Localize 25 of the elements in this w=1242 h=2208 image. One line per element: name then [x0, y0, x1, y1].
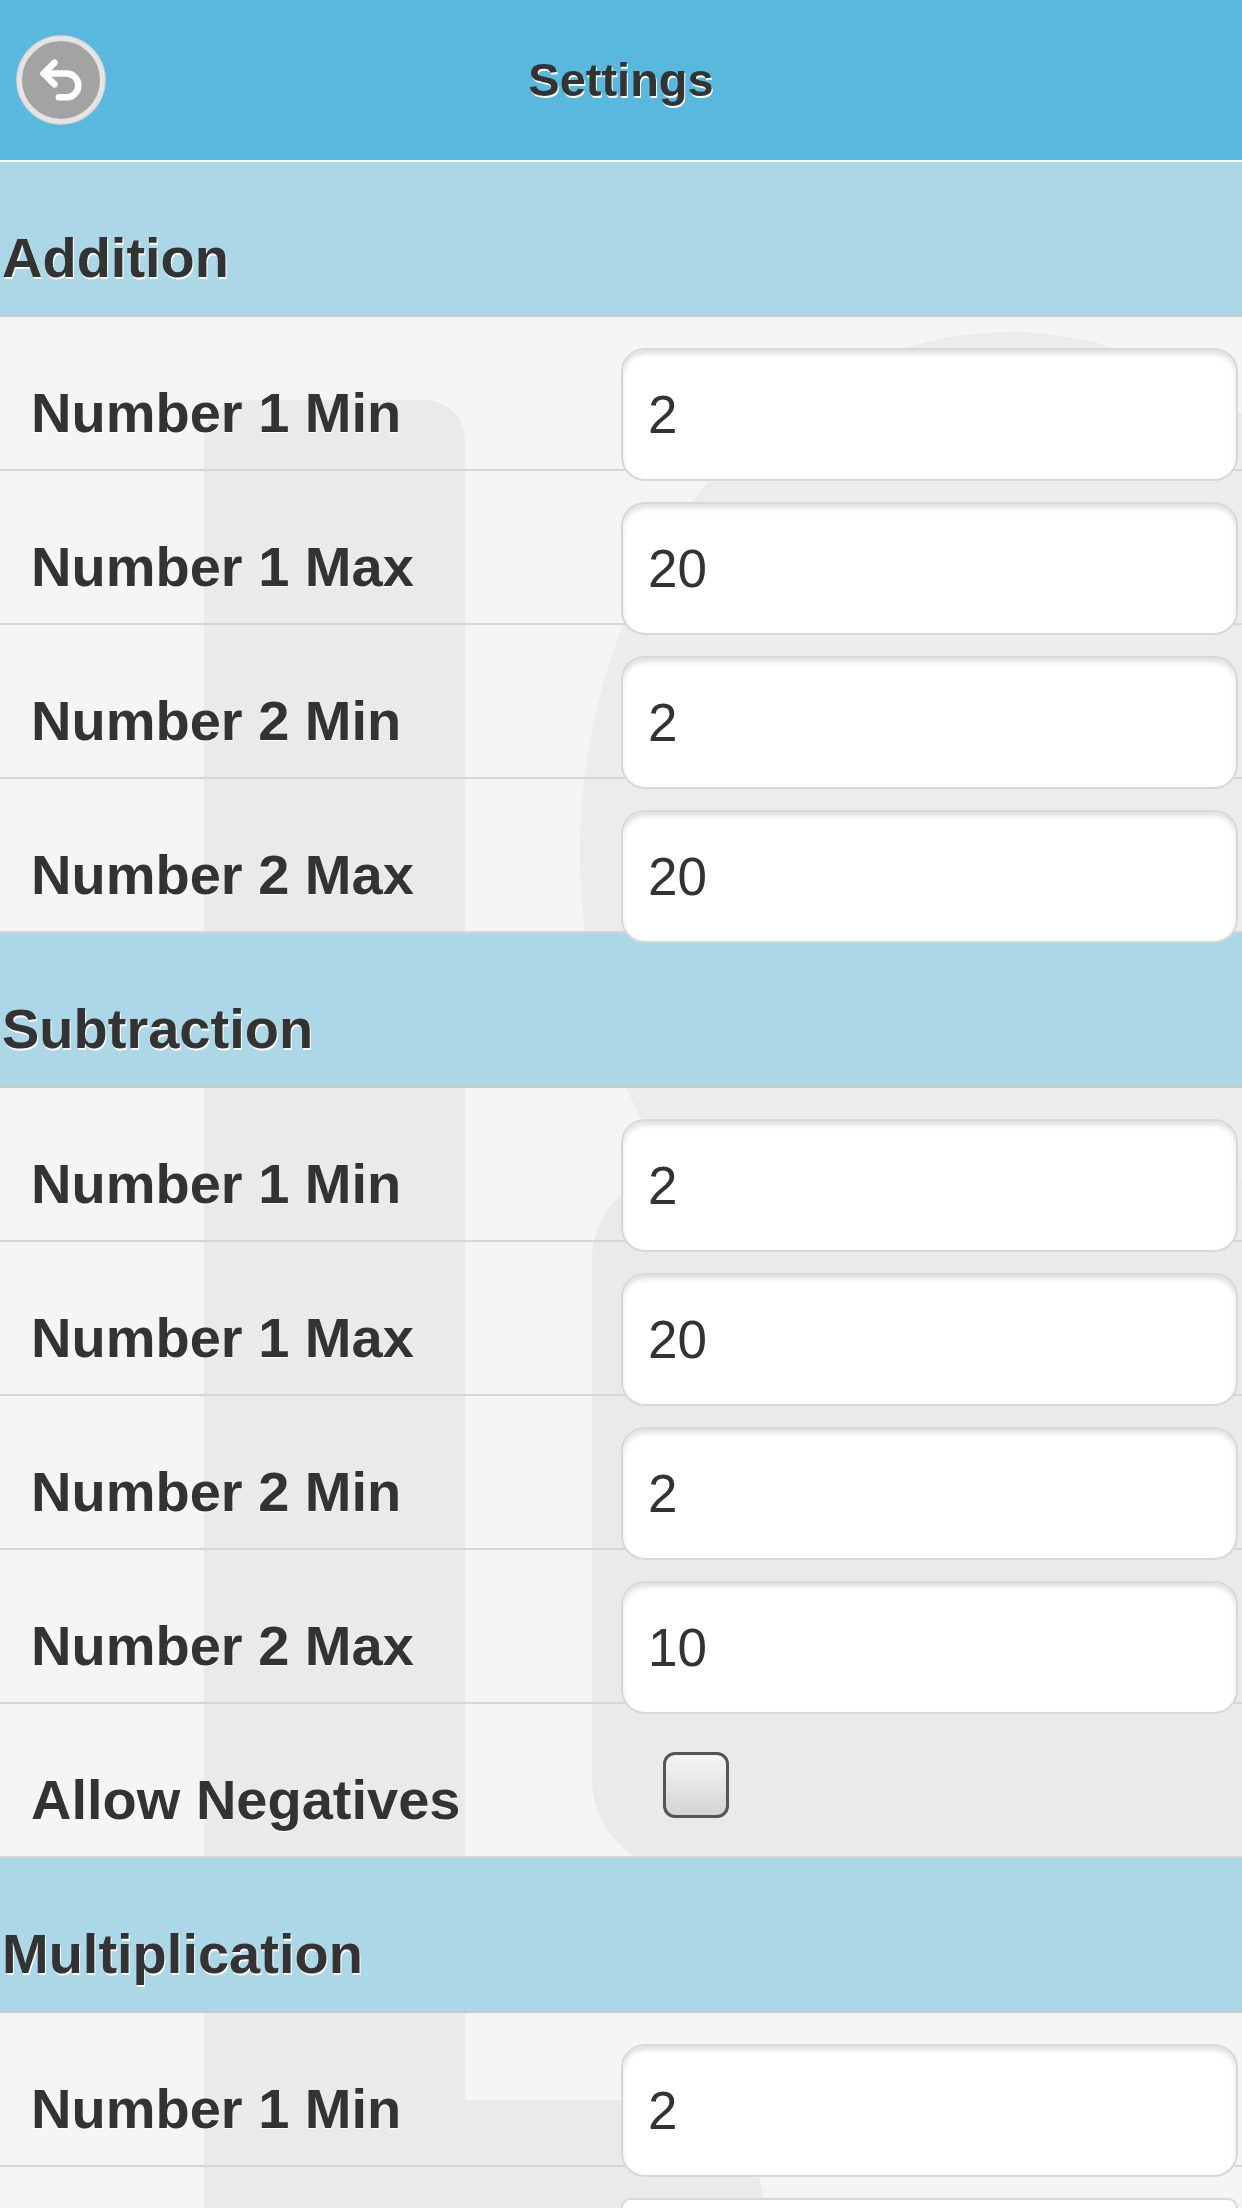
section-title: Addition [2, 226, 230, 289]
setting-label: Number 1 Max [31, 1306, 414, 1369]
setting-label: Number 1 Max [31, 535, 414, 598]
setting-label: Number 1 Min [31, 381, 402, 444]
setting-label: Number 2 Min [31, 689, 402, 752]
setting-label: Number 2 Max [31, 843, 414, 906]
setting-label: Number 2 Max [31, 1614, 414, 1677]
number-input-field[interactable]: 20 [621, 502, 1238, 635]
page-title: Settings [528, 51, 714, 108]
setting-label: Number 1 Min [31, 2077, 402, 2140]
setting-label: Allow Negatives [31, 1768, 461, 1831]
number-input-field[interactable]: 10 [621, 1581, 1238, 1714]
number-input-field[interactable]: 20 [621, 810, 1238, 943]
number-input-field[interactable]: 2 [621, 1119, 1238, 1252]
number-input-field[interactable]: 2 [621, 1427, 1238, 1560]
number-input-field[interactable] [621, 2198, 1238, 2208]
number-input-field[interactable]: 2 [621, 656, 1238, 789]
section-title: Subtraction [2, 997, 314, 1060]
checkbox[interactable] [663, 1752, 729, 1818]
section-title: Multiplication [2, 1922, 363, 1985]
setting-label: Number 2 Min [31, 1460, 402, 1523]
number-input-field[interactable]: 2 [621, 348, 1238, 481]
number-input-field[interactable]: 20 [621, 1273, 1238, 1406]
setting-label: Number 1 Min [31, 1152, 402, 1215]
number-input-field[interactable]: 2 [621, 2044, 1238, 2177]
